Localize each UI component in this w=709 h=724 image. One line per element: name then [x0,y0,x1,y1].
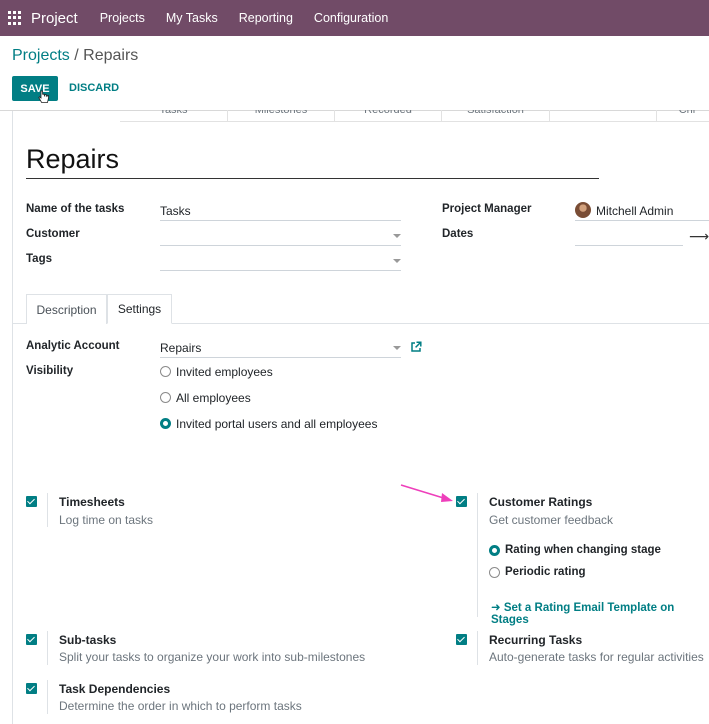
stat-button-satisfaction[interactable]: Satisfaction [442,110,550,122]
nav-item-reporting[interactable]: Reporting [239,11,293,25]
stat-button-more[interactable]: Chi [657,110,709,122]
subtasks-title: Sub-tasks [59,633,117,647]
rating-template-link[interactable]: ➜ Set a Rating Email Template on Stages [491,600,709,626]
external-link-icon[interactable] [410,341,422,353]
analytic-account-label: Analytic Account [26,340,120,352]
analytic-account-input[interactable]: Repairs [160,341,201,355]
discard-button[interactable]: DISCARD [69,82,119,94]
smart-buttons-strip: Tasks Milestones Recorded Satisfaction C… [12,110,709,122]
subtasks-description: Split your tasks to organize your work i… [59,650,366,664]
analytic-account-dropdown-icon[interactable] [393,346,401,350]
tags-dropdown-icon[interactable] [393,259,401,263]
setting-separator [47,631,48,665]
stat-button-milestones[interactable]: Milestones [228,110,335,122]
rating-template-link-label: Set a Rating Email Template on Stages [491,602,675,626]
customer-ratings-description: Get customer feedback [489,513,614,527]
rating-radio-changing-stage[interactable] [489,545,500,556]
tab-description[interactable]: Description [26,294,107,324]
tab-settings[interactable]: Settings [107,294,172,324]
dates-start-underline [575,245,683,246]
name-of-tasks-underline [160,220,401,221]
breadcrumb-projects-link[interactable]: Projects [12,47,70,64]
arrow-right-icon: ⟶ [689,228,709,244]
visibility-label: Visibility [26,365,74,377]
customer-label: Customer [26,228,80,240]
tags-label: Tags [26,253,52,265]
visibility-radio-invited-employees[interactable] [160,366,171,377]
app-brand[interactable]: Project [31,10,78,27]
customer-ratings-checkbox[interactable] [456,496,467,507]
setting-separator [477,493,478,617]
customer-ratings-title: Customer Ratings [489,495,593,509]
timesheets-description: Log time on tasks [59,513,154,527]
customer-underline [160,245,401,246]
tags-underline [160,270,401,271]
rating-option-label: Periodic rating [505,566,586,578]
stat-button-blank[interactable] [550,110,657,122]
recurring-tasks-description: Auto-generate tasks for regular activiti… [489,650,704,664]
apps-menu-icon[interactable] [8,11,22,25]
stat-button-tasks[interactable]: Tasks [120,110,228,122]
task-dependencies-checkbox[interactable] [26,683,37,694]
name-of-tasks-label: Name of the tasks [26,203,125,215]
visibility-radio-portal-users[interactable] [160,418,171,429]
project-manager-label: Project Manager [442,203,532,215]
top-navbar: Project Projects My Tasks Reporting Conf… [0,0,709,36]
title-underline [26,178,599,179]
visibility-option-label: Invited portal users and all employees [176,417,378,431]
task-dependencies-description: Determine the order in which to perform … [59,699,302,713]
nav-item-my-tasks[interactable]: My Tasks [166,11,218,25]
customer-dropdown-icon[interactable] [393,234,401,238]
analytic-account-underline [160,357,401,358]
annotation-arrow-icon [400,484,453,502]
arrow-right-icon: ➜ [491,602,504,614]
setting-separator [47,493,48,527]
visibility-radio-all-employees[interactable] [160,392,171,403]
user-avatar [575,202,591,218]
hand-cursor-icon [38,90,49,103]
breadcrumb-current: Repairs [83,47,139,64]
visibility-option-label: All employees [176,391,251,405]
rating-radio-periodic[interactable] [489,567,500,578]
nav-item-configuration[interactable]: Configuration [314,11,388,25]
setting-separator [47,680,48,714]
project-manager-input[interactable]: Mitchell Admin [596,204,673,218]
breadcrumb-separator: / [69,47,84,64]
rating-option-label: Rating when changing stage [505,544,661,556]
project-manager-underline [575,220,709,221]
dates-label: Dates [442,228,474,240]
nav-item-projects[interactable]: Projects [100,11,145,25]
timesheets-title: Timesheets [59,495,125,509]
name-of-tasks-input[interactable]: Tasks [160,204,191,218]
task-dependencies-title: Task Dependencies [59,682,171,696]
subtasks-checkbox[interactable] [26,634,37,645]
breadcrumb: Projects / Repairs [12,47,138,65]
timesheets-checkbox[interactable] [26,496,37,507]
recurring-tasks-title: Recurring Tasks [489,633,583,647]
stat-button-recorded[interactable]: Recorded [335,110,442,122]
setting-separator [477,631,478,665]
recurring-tasks-checkbox[interactable] [456,634,467,645]
visibility-option-label: Invited employees [176,365,273,379]
save-button[interactable]: SAVE [12,76,58,101]
project-title-input[interactable]: Repairs [26,144,119,175]
